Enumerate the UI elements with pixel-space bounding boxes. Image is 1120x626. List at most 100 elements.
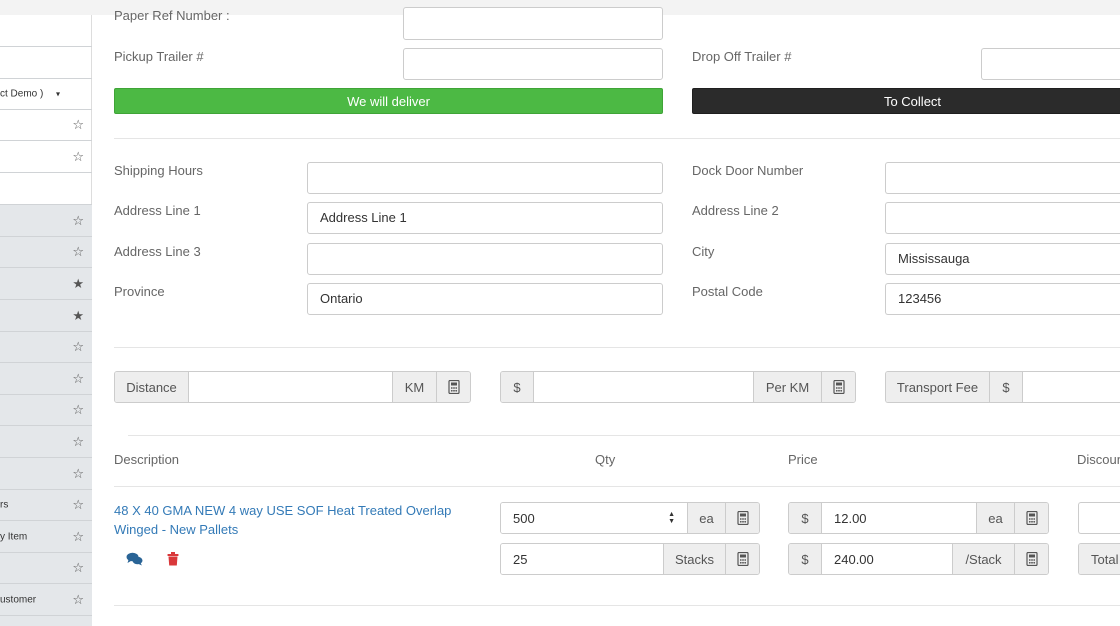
price-calculator-button[interactable] (1014, 503, 1048, 533)
pickup-trailer-label: Pickup Trailer # (114, 49, 204, 64)
city-input[interactable]: Mississauga (885, 243, 1120, 275)
sidebar-item[interactable]: y Item ☆ (0, 520, 92, 552)
qty-calculator-button[interactable] (725, 503, 759, 533)
stacks-unit-addon: Stacks (663, 544, 725, 574)
trash-icon[interactable] (167, 552, 179, 566)
star-icon[interactable]: ☆ (72, 560, 84, 576)
sidebar-item[interactable]: ct Demo ) ▾ (0, 78, 92, 109)
sidebar-item[interactable]: ☆ (0, 394, 92, 425)
address-line-1-input[interactable]: Address Line 1 (307, 202, 663, 234)
address-line-2-label: Address Line 2 (692, 203, 779, 218)
sidebar-item[interactable]: ☆ (0, 457, 92, 489)
calculator-icon (736, 511, 749, 525)
sidebar-item[interactable]: ☆ (0, 204, 92, 236)
divider (128, 435, 1120, 436)
sidebar-item[interactable]: ustomer ☆ (0, 583, 92, 615)
sidebar-item-label: ustomer (0, 594, 37, 605)
main-form: Paper Ref Number : Pickup Trailer # Drop… (92, 7, 1120, 626)
qty-group: 500 ▲ ▼ ea (500, 502, 760, 534)
qty-unit-addon: ea (687, 503, 725, 533)
address-line-3-label: Address Line 3 (114, 244, 201, 259)
city-label: City (692, 244, 715, 259)
stack-price-group: $ 240.00 /Stack (788, 543, 1049, 575)
star-icon[interactable]: ☆ (72, 339, 84, 355)
province-label: Province (114, 284, 165, 299)
total-addon: Total (1079, 544, 1120, 574)
paper-ref-input[interactable] (403, 7, 663, 40)
sidebar: ct Demo ) ▾ ☆ ☆ ☆ ☆ ★ ★ ☆ ☆ ☆ ☆ ☆ rs ☆ y Item ☆ ☆ ustomer ☆ (0, 15, 92, 626)
per-km-input[interactable] (534, 372, 753, 402)
sidebar-item[interactable]: ☆ (0, 552, 92, 583)
shipping-hours-label: Shipping Hours (114, 163, 203, 178)
star-filled-icon[interactable]: ★ (72, 308, 84, 324)
distance-calculator-button[interactable] (436, 372, 470, 402)
sidebar-item[interactable]: ★ (0, 267, 92, 299)
description-header: Description (114, 452, 180, 467)
dock-door-label: Dock Door Number (692, 163, 804, 178)
star-icon[interactable]: ☆ (72, 213, 84, 229)
province-input[interactable]: Ontario (307, 283, 663, 315)
postal-code-label: Postal Code (692, 284, 763, 299)
star-icon[interactable]: ☆ (72, 371, 84, 387)
distance-input[interactable] (189, 372, 392, 402)
comments-icon[interactable] (126, 552, 143, 566)
star-icon[interactable]: ☆ (72, 592, 84, 608)
sidebar-item[interactable] (0, 615, 92, 626)
sidebar-item[interactable]: ☆ (0, 109, 92, 140)
price-input[interactable]: 12.00 (822, 503, 976, 533)
price-header: Price (788, 452, 818, 467)
stack-price-calculator-button[interactable] (1014, 544, 1048, 574)
star-filled-icon[interactable]: ★ (72, 276, 84, 292)
star-icon[interactable]: ☆ (72, 434, 84, 450)
star-icon[interactable]: ☆ (72, 402, 84, 418)
star-icon[interactable]: ☆ (72, 497, 84, 513)
sidebar-item[interactable]: ☆ (0, 331, 92, 362)
star-icon[interactable]: ☆ (72, 117, 84, 133)
sidebar-item[interactable]: ★ (0, 299, 92, 331)
sidebar-item[interactable] (0, 46, 92, 78)
transport-fee-input[interactable] (1023, 372, 1120, 402)
star-icon[interactable]: ☆ (72, 244, 84, 260)
stacks-input[interactable]: 25 (501, 544, 663, 574)
sidebar-item[interactable]: ☆ (0, 425, 92, 457)
spinner-icon[interactable]: ▲ ▼ (668, 511, 675, 525)
discount-input[interactable] (1078, 502, 1120, 534)
star-icon[interactable]: ☆ (72, 466, 84, 482)
distance-group: Distance KM (114, 371, 471, 403)
per-km-calculator-button[interactable] (821, 372, 855, 402)
qty-header: Qty (595, 452, 616, 467)
divider (114, 486, 1120, 487)
stack-price-currency-addon: $ (789, 544, 822, 574)
sidebar-item[interactable] (0, 172, 92, 204)
we-will-deliver-button[interactable]: We will deliver (114, 88, 663, 114)
dollar-addon: $ (501, 372, 534, 402)
dock-door-input[interactable] (885, 162, 1120, 194)
transport-fee-group: Transport Fee $ (885, 371, 1120, 403)
stack-price-input[interactable]: 240.00 (822, 544, 952, 574)
sidebar-item-label: ct Demo ) (0, 88, 44, 100)
address-line-2-input[interactable] (885, 202, 1120, 234)
calculator-icon (1025, 552, 1038, 566)
sidebar-item[interactable]: ☆ (0, 236, 92, 267)
per-km-group: $ Per KM (500, 371, 856, 403)
price-unit-addon: ea (976, 503, 1014, 533)
sidebar-item[interactable]: rs ☆ (0, 489, 92, 520)
sidebar-item[interactable]: ☆ (0, 362, 92, 394)
km-addon: KM (392, 372, 436, 402)
star-icon[interactable]: ☆ (72, 149, 84, 165)
postal-code-input[interactable]: 123456 (885, 283, 1120, 315)
qty-input[interactable]: 500 ▲ ▼ (501, 503, 687, 533)
pickup-trailer-input[interactable] (403, 48, 663, 80)
stacks-group: 25 Stacks (500, 543, 760, 575)
total-group: Total (1078, 543, 1120, 575)
to-collect-button[interactable]: To Collect (692, 88, 1120, 114)
product-link[interactable]: 48 X 40 GMA NEW 4 way USE SOF Heat Treat… (114, 501, 474, 539)
star-icon[interactable]: ☆ (72, 529, 84, 545)
calculator-icon (447, 380, 460, 394)
address-line-3-input[interactable] (307, 243, 663, 275)
stacks-calculator-button[interactable] (725, 544, 759, 574)
drop-off-trailer-input[interactable] (981, 48, 1120, 80)
shipping-hours-input[interactable] (307, 162, 663, 194)
stack-unit-addon: /Stack (952, 544, 1014, 574)
sidebar-item[interactable]: ☆ (0, 140, 92, 172)
